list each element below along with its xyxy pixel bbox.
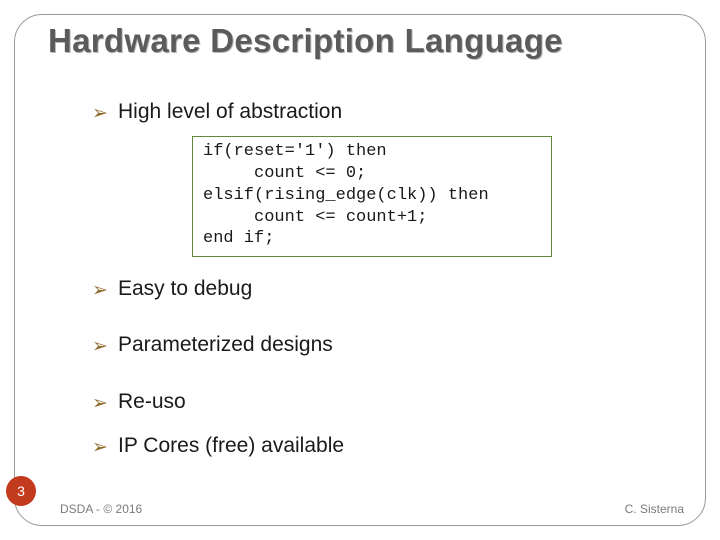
code-snippet: if(reset='1') then count <= 0; elsif(ris… <box>192 136 552 257</box>
bullet-parameterized: ➢ Parameterized designs <box>92 331 680 359</box>
triangle-bullet-icon: ➢ <box>92 435 108 461</box>
slide-content: ➢ High level of abstraction if(reset='1'… <box>92 98 680 470</box>
bullet-text: Easy to debug <box>118 277 252 300</box>
triangle-bullet-icon: ➢ <box>92 391 108 417</box>
code-line: end if; <box>203 229 274 248</box>
bullet-ipcores: ➢ IP Cores (free) available <box>92 432 680 460</box>
code-line: count <= count+1; <box>203 208 427 227</box>
bullet-text: Parameterized designs <box>118 333 333 356</box>
page-number-badge: 3 <box>6 476 36 506</box>
bullet-text: IP Cores (free) available <box>118 434 344 457</box>
slide-title: Hardware Description Language <box>48 22 563 60</box>
bullet-text: Re-uso <box>118 390 186 413</box>
bullet-debug: ➢ Easy to debug <box>92 275 680 303</box>
footer-left: DSDA - © 2016 <box>60 502 142 516</box>
page-number: 3 <box>17 483 25 499</box>
triangle-bullet-icon: ➢ <box>92 278 108 304</box>
bullet-text: High level of abstraction <box>118 100 342 123</box>
footer-right: C. Sisterna <box>625 502 684 516</box>
code-line: count <= 0; <box>203 164 366 183</box>
bullet-reuse: ➢ Re-uso <box>92 388 680 416</box>
code-line: if(reset='1') then <box>203 142 387 161</box>
code-line: elsif(rising_edge(clk)) then <box>203 186 489 205</box>
triangle-bullet-icon: ➢ <box>92 101 108 127</box>
triangle-bullet-icon: ➢ <box>92 334 108 360</box>
bullet-abstraction: ➢ High level of abstraction <box>92 98 680 126</box>
